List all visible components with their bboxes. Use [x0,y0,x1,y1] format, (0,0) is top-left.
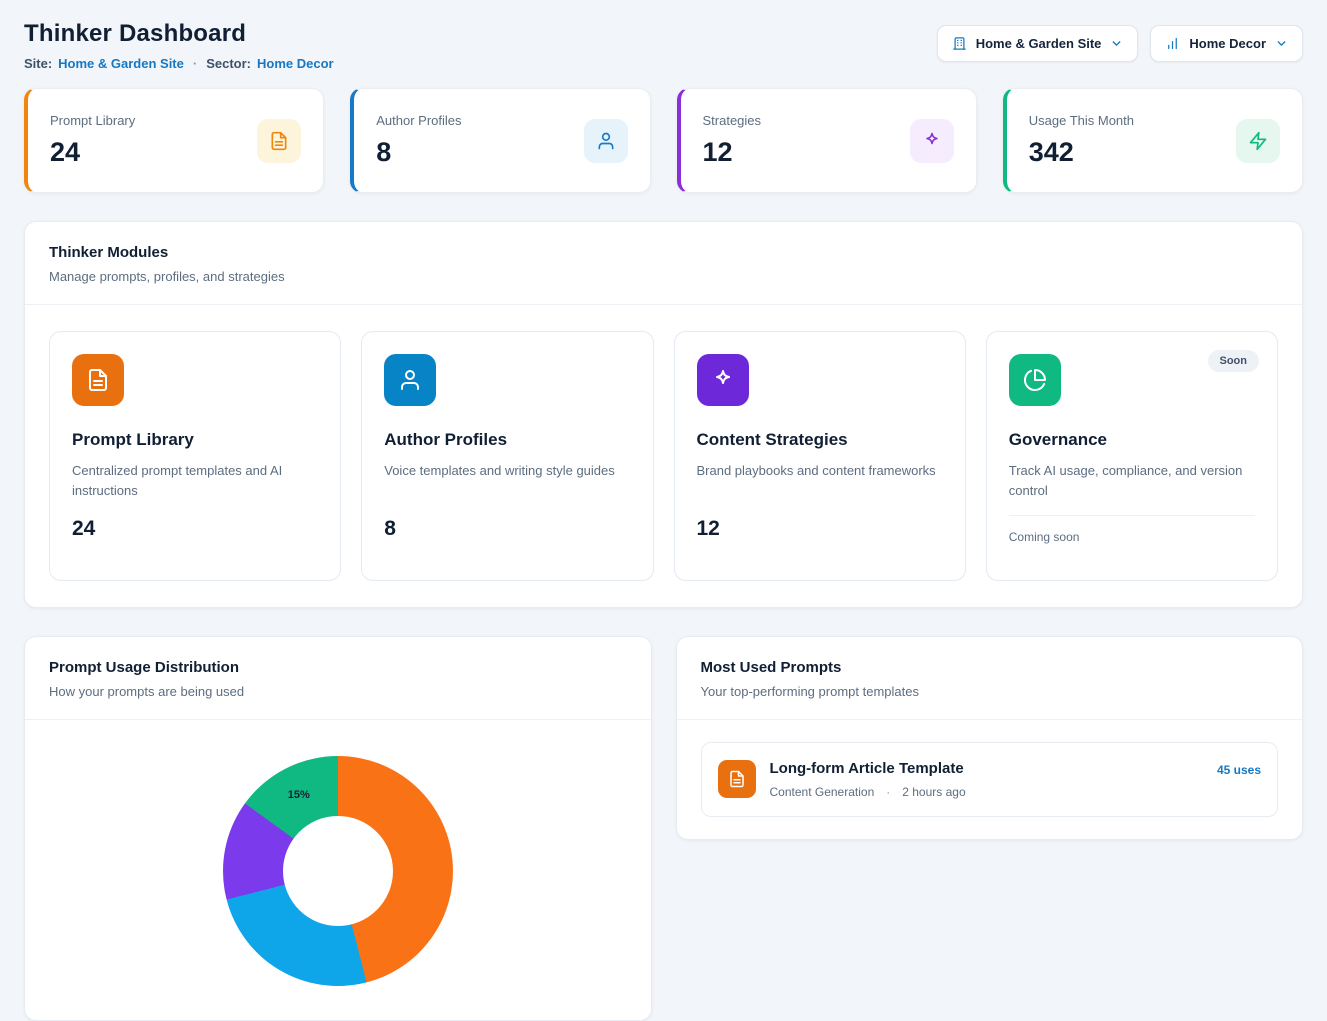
breadcrumb: Site: Home & Garden Site · Sector: Home … [24,56,334,71]
most-used-list: Long-form Article Template Content Gener… [677,720,1303,839]
module-title: Author Profiles [384,430,630,450]
sector-link[interactable]: Home Decor [257,56,334,71]
prompt-item-title: Long-form Article Template [770,760,1203,777]
module-count: 12 [697,517,943,541]
module-title: Content Strategies [697,430,943,450]
modules-grid: Prompt Library Centralized prompt templa… [25,305,1302,607]
bottom-row: Prompt Usage Distribution How your promp… [24,636,1303,1021]
meta-separator: · [886,785,890,799]
stat-card-prompt-library: Prompt Library 24 [24,88,324,193]
module-card-governance[interactable]: Soon Governance Track AI usage, complian… [986,331,1278,581]
site-link[interactable]: Home & Garden Site [58,56,184,71]
module-title: Governance [1009,430,1255,450]
module-card-content-strategies[interactable]: Content Strategies Brand playbooks and c… [674,331,966,581]
chevron-down-icon [1110,37,1123,50]
stat-info: Prompt Library 24 [50,113,135,168]
module-count: 8 [384,517,630,541]
stats-row: Prompt Library 24 Author Profiles 8 Stra… [24,88,1303,193]
modules-panel: Thinker Modules Manage prompts, profiles… [24,221,1303,608]
prompt-item-uses: 45 uses [1217,763,1261,777]
top-bar: Thinker Dashboard Site: Home & Garden Si… [24,20,1303,71]
prompt-item-time: 2 hours ago [902,785,965,799]
site-label: Site: [24,56,52,71]
sector-selector-dropdown[interactable]: Home Decor [1150,25,1303,62]
module-description: Track AI usage, compliance, and version … [1009,461,1255,501]
stat-info: Strategies 12 [703,113,762,168]
stat-value: 8 [376,137,461,168]
sector-selector-label: Home Decor [1189,36,1266,51]
sparkle-icon [697,354,749,406]
chevron-down-icon [1275,37,1288,50]
usage-distribution-panel: Prompt Usage Distribution How your promp… [24,636,652,1021]
dashboard-page: Thinker Dashboard Site: Home & Garden Si… [0,0,1327,1021]
module-description: Brand playbooks and content frameworks [697,461,943,501]
usage-panel-subtitle: How your prompts are being used [49,684,627,699]
top-actions: Home & Garden Site Home Decor [937,20,1303,62]
page-title: Thinker Dashboard [24,20,334,48]
stat-card-usage: Usage This Month 342 [1003,88,1303,193]
building-icon [952,36,967,51]
prompt-item-category: Content Generation [770,785,875,799]
prompt-item-main: Long-form Article Template Content Gener… [770,760,1203,799]
module-footnote: Coming soon [1009,515,1255,544]
donut-segment-label: 15% [288,789,310,801]
sparkle-icon [910,119,954,163]
most-used-subtitle: Your top-performing prompt templates [701,684,1279,699]
bolt-icon [1236,119,1280,163]
most-used-prompts-panel: Most Used Prompts Your top-performing pr… [676,636,1304,840]
stat-label: Usage This Month [1029,113,1134,128]
stat-value: 12 [703,137,762,168]
stat-card-author-profiles: Author Profiles 8 [350,88,650,193]
site-selector-label: Home & Garden Site [976,36,1102,51]
module-description: Voice templates and writing style guides [384,461,630,501]
modules-subtitle: Manage prompts, profiles, and strategies [49,269,1278,284]
usage-panel-title: Prompt Usage Distribution [49,659,627,676]
soon-badge: Soon [1208,350,1260,372]
modules-title: Thinker Modules [49,244,1278,261]
sector-label: Sector: [206,56,251,71]
document-icon [257,119,301,163]
stat-label: Strategies [703,113,762,128]
module-count: 24 [72,517,318,541]
donut-chart-area: 15% [25,720,651,1020]
module-title: Prompt Library [72,430,318,450]
prompt-item-meta: Content Generation · 2 hours ago [770,785,1203,799]
stat-info: Author Profiles 8 [376,113,461,168]
module-description: Centralized prompt templates and AI inst… [72,461,318,501]
stat-value: 24 [50,137,135,168]
bar-chart-icon [1165,36,1180,51]
stat-label: Prompt Library [50,113,135,128]
pie-chart-icon [1009,354,1061,406]
document-icon [72,354,124,406]
stat-card-strategies: Strategies 12 [677,88,977,193]
site-selector-dropdown[interactable]: Home & Garden Site [937,25,1139,62]
most-used-panel-header: Most Used Prompts Your top-performing pr… [677,637,1303,720]
module-card-prompt-library[interactable]: Prompt Library Centralized prompt templa… [49,331,341,581]
user-icon [584,119,628,163]
module-card-author-profiles[interactable]: Author Profiles Voice templates and writ… [361,331,653,581]
usage-donut: 15% [223,756,453,986]
most-used-title: Most Used Prompts [701,659,1279,676]
document-icon [718,760,756,798]
modules-panel-header: Thinker Modules Manage prompts, profiles… [25,222,1302,305]
breadcrumb-separator: · [193,56,197,71]
heading-block: Thinker Dashboard Site: Home & Garden Si… [24,20,334,71]
usage-panel-header: Prompt Usage Distribution How your promp… [25,637,651,720]
prompt-list-item[interactable]: Long-form Article Template Content Gener… [701,742,1279,817]
stat-info: Usage This Month 342 [1029,113,1134,168]
user-icon [384,354,436,406]
stat-value: 342 [1029,137,1134,168]
stat-label: Author Profiles [376,113,461,128]
